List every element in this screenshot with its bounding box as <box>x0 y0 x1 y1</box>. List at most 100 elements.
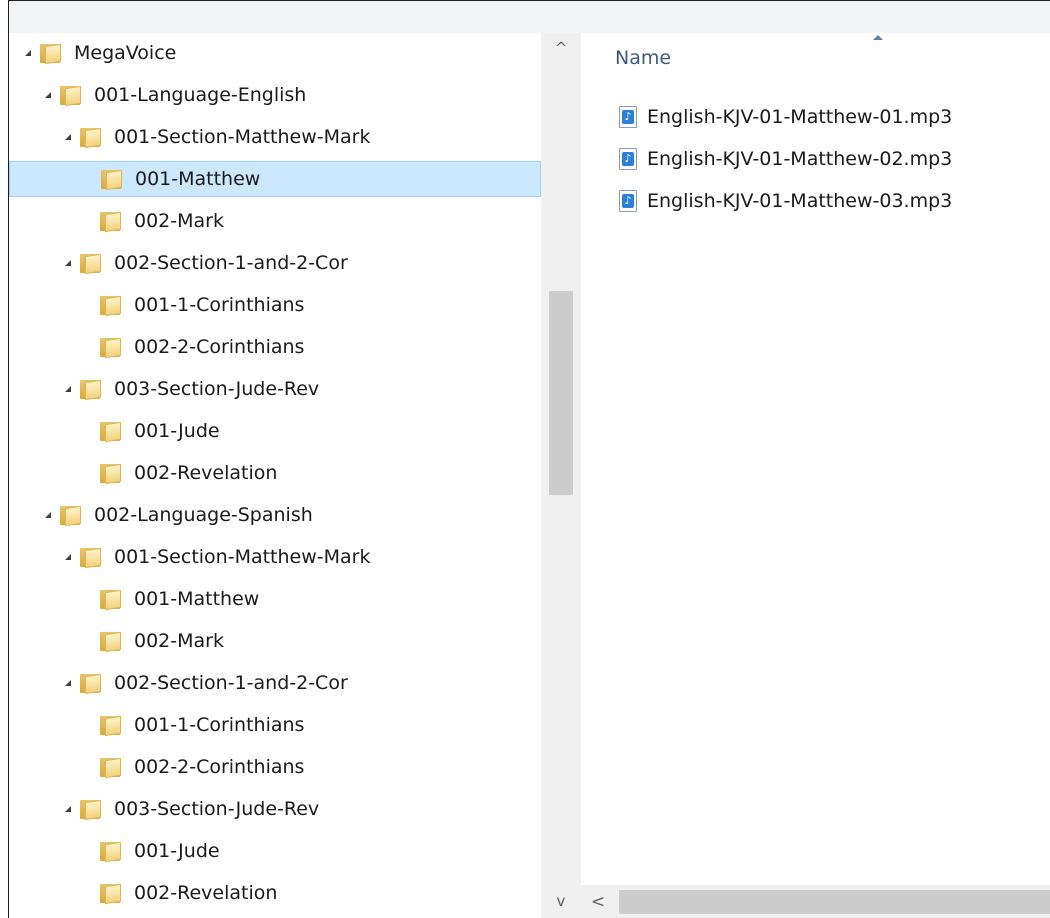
file-name: English-KJV-01-Matthew-01.mp3 <box>647 106 953 128</box>
tree-item-label: 002-Language-Spanish <box>94 503 313 526</box>
expanded-arrow-icon[interactable] <box>65 260 71 266</box>
tree-item[interactable]: 001-1-Corinthians <box>9 287 541 323</box>
folder-icon <box>39 42 63 65</box>
file-name: English-KJV-01-Matthew-02.mp3 <box>647 148 953 170</box>
tree-item-label: 001-Jude <box>134 419 220 442</box>
expand-toggle[interactable] <box>61 386 79 392</box>
folder-icon <box>79 798 103 821</box>
expanded-arrow-icon[interactable] <box>65 386 71 392</box>
expand-toggle[interactable] <box>61 680 79 686</box>
folder-icon <box>100 168 124 191</box>
expanded-arrow-icon[interactable] <box>25 50 31 56</box>
tree-item[interactable]: 002-Revelation <box>9 875 541 911</box>
tree-item[interactable]: 001-Section-Matthew-Mark <box>9 539 541 575</box>
expand-toggle[interactable] <box>61 554 79 560</box>
expand-toggle[interactable] <box>61 806 79 812</box>
folder-icon <box>99 630 123 653</box>
tree-item[interactable]: 001-Jude <box>9 413 541 449</box>
audio-file-icon: ♪ <box>619 148 637 170</box>
tree-item-label: 001-1-Corinthians <box>134 713 305 736</box>
expand-toggle[interactable] <box>41 92 59 98</box>
expand-toggle[interactable] <box>21 50 39 56</box>
file-item[interactable]: ♪ English-KJV-01-Matthew-01.mp3 <box>619 101 952 133</box>
tree-item-label: 003-Section-Jude-Rev <box>114 377 320 400</box>
file-item[interactable]: ♪ English-KJV-01-Matthew-02.mp3 <box>619 143 952 175</box>
tree-item-label: 002-2-Corinthians <box>134 335 305 358</box>
tree-item-label: 001-Matthew <box>134 587 260 610</box>
folder-icon <box>99 840 123 863</box>
tree-item[interactable]: 001-1-Corinthians <box>9 707 541 743</box>
tree-item[interactable]: 003-Section-Jude-Rev <box>9 791 541 827</box>
tree-item[interactable]: 003-Section-Jude-Rev <box>9 371 541 407</box>
folder-icon <box>79 672 103 695</box>
audio-file-icon: ♪ <box>619 106 637 128</box>
tree-item[interactable]: 002-Mark <box>9 203 541 239</box>
expand-toggle[interactable] <box>41 512 59 518</box>
column-header-name[interactable]: Name <box>615 47 671 69</box>
tree-item-label: 002-Mark <box>134 209 224 232</box>
tree-item-label: 001-Jude <box>134 839 220 862</box>
folder-icon <box>99 336 123 359</box>
tree-item[interactable]: 002-Section-1-and-2-Cor <box>9 665 541 701</box>
navigation-tree[interactable]: MegaVoice 001-Language-English 001-Section… <box>9 33 541 918</box>
expanded-arrow-icon[interactable] <box>65 134 71 140</box>
tree-item-label: 001-Section-Matthew-Mark <box>114 125 371 148</box>
toolbar-strip <box>9 0 1050 33</box>
tree-item-label: MegaVoice <box>74 41 177 64</box>
tree-item[interactable]: 001-Jude <box>9 833 541 869</box>
expanded-arrow-icon[interactable] <box>45 512 51 518</box>
tree-item-label: 001-Section-Matthew-Mark <box>114 545 371 568</box>
folder-icon <box>99 210 123 233</box>
expand-toggle[interactable] <box>61 134 79 140</box>
tree-item-label: 002-Section-1-and-2-Cor <box>114 251 348 274</box>
file-list-pane[interactable]: Name ♪ English-KJV-01-Matthew-01.mp3 ♪ Engl… <box>581 33 1050 918</box>
file-list-horizontal-scrollbar[interactable]: < <box>581 885 1050 918</box>
tree-item[interactable]: 002-2-Corinthians <box>9 749 541 785</box>
folder-icon <box>59 84 83 107</box>
sort-ascending-icon <box>873 35 883 40</box>
file-explorer-window: MegaVoice 001-Language-English 001-Section… <box>8 0 1050 918</box>
expanded-arrow-icon[interactable] <box>65 554 71 560</box>
scroll-thumb[interactable] <box>549 291 573 495</box>
expanded-arrow-icon[interactable] <box>65 680 71 686</box>
expand-toggle[interactable] <box>61 260 79 266</box>
tree-item-label: 001-1-Corinthians <box>134 293 305 316</box>
folder-icon <box>99 294 123 317</box>
horizontal-scroll-thumb[interactable] <box>619 890 1050 914</box>
tree-item[interactable]: 002-Section-1-and-2-Cor <box>9 245 541 281</box>
audio-file-icon: ♪ <box>619 190 637 212</box>
scroll-left-button[interactable]: < <box>581 885 615 918</box>
tree-item[interactable]: 001-Section-Matthew-Mark <box>9 119 541 155</box>
folder-icon <box>79 378 103 401</box>
tree-item[interactable]: 002-2-Corinthians <box>9 329 541 365</box>
folder-icon <box>79 546 103 569</box>
tree-item[interactable]: 002-Language-Spanish <box>9 497 541 533</box>
folder-icon <box>99 714 123 737</box>
tree-item[interactable]: 002-Mark <box>9 623 541 659</box>
tree-item-label: 001-Matthew <box>135 167 261 190</box>
tree-item-label: 002-2-Corinthians <box>134 755 305 778</box>
folder-icon <box>59 504 83 527</box>
tree-item-label: 002-Mark <box>134 629 224 652</box>
folder-icon <box>99 420 123 443</box>
folder-icon <box>99 756 123 779</box>
folder-icon <box>99 462 123 485</box>
folder-icon <box>79 126 103 149</box>
tree-item[interactable]: 002-Revelation <box>9 455 541 491</box>
tree-item-label: 002-Revelation <box>134 881 278 904</box>
tree-item[interactable]: MegaVoice <box>9 35 541 71</box>
tree-item-label: 002-Revelation <box>134 461 278 484</box>
tree-item[interactable]: 001-Matthew <box>9 161 541 197</box>
tree-item[interactable]: 001-Language-English <box>9 77 541 113</box>
file-name: English-KJV-01-Matthew-03.mp3 <box>647 190 953 212</box>
tree-item-label: 001-Language-English <box>94 83 307 106</box>
scroll-up-button[interactable]: ^ <box>541 35 581 61</box>
tree-item-label: 003-Section-Jude-Rev <box>114 797 320 820</box>
tree-item-label: 002-Section-1-and-2-Cor <box>114 671 348 694</box>
scroll-down-button[interactable]: v <box>541 888 581 914</box>
expanded-arrow-icon[interactable] <box>65 806 71 812</box>
file-item[interactable]: ♪ English-KJV-01-Matthew-03.mp3 <box>619 185 952 217</box>
tree-item[interactable]: 001-Matthew <box>9 581 541 617</box>
tree-vertical-scrollbar[interactable]: ^ v <box>541 33 581 918</box>
expanded-arrow-icon[interactable] <box>45 92 51 98</box>
